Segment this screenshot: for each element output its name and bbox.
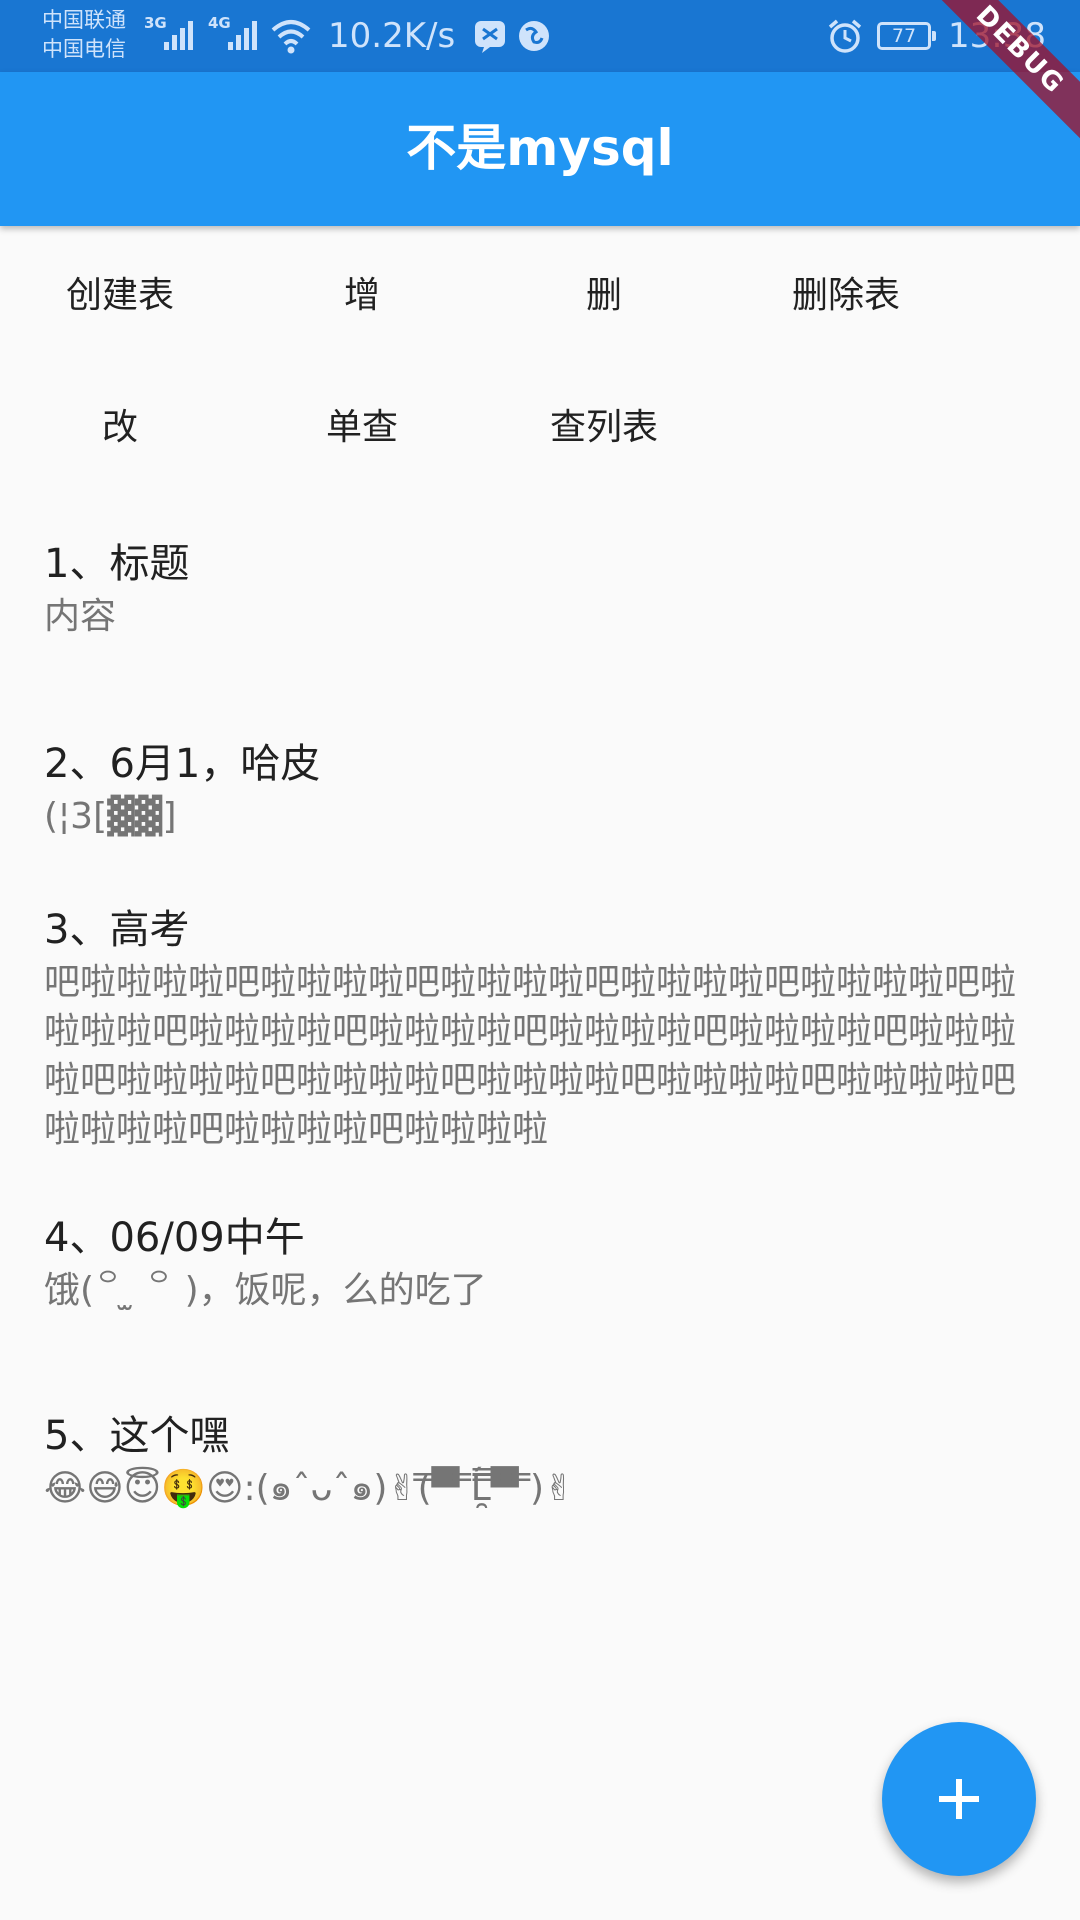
app-bar: 不是mysql <box>0 72 1080 226</box>
record-title: 2、6月1，哈皮 <box>44 741 321 787</box>
list-item: 4、06/09中午 饿(꒪ ̫ ꒪ )，饭呢，么的吃了 <box>44 1210 1044 1315</box>
record-title: 5、这个嘿 <box>44 1413 230 1459</box>
record-title: 1、标题 <box>44 541 190 587</box>
insert-button[interactable]: 增 <box>242 252 482 340</box>
update-button[interactable]: 改 <box>0 384 240 472</box>
record-content: 饿(꒪ ̫ ꒪ )，饭呢，么的吃了 <box>44 1270 487 1311</box>
app-screen: 中国联通 中国电信 3G 4G 10.2K/s 77 不是mysql DEBUG… <box>0 0 1080 1920</box>
browser-icon <box>519 21 549 51</box>
record-content: 吧啦啦啦啦吧啦啦啦啦吧啦啦啦啦吧啦啦啦啦吧啦啦啦啦吧啦啦啦啦吧啦啦啦啦吧啦啦啦啦… <box>44 962 1017 1150</box>
network-speed: 10.2K/s <box>328 16 456 56</box>
alarm-icon <box>828 19 862 53</box>
query-list-button[interactable]: 查列表 <box>484 384 724 472</box>
record-content: 😂😅😇🤑😍:(๑ˆᴗˆ๑)✌(̿▀̿ ̿Ĺ̯̿̿▀̿ ̿)✌ <box>44 1468 575 1509</box>
record-title: 4、06/09中午 <box>44 1215 305 1261</box>
list-item: 3、高考 吧啦啦啦啦吧啦啦啦啦吧啦啦啦啦吧啦啦啦啦吧啦啦啦啦吧啦啦啦啦吧啦啦啦啦… <box>44 902 1044 1154</box>
app-notification-icon <box>475 21 505 53</box>
list-item: 2、6月1，哈皮 (¦3[▓▓] <box>44 736 1044 841</box>
add-button[interactable] <box>882 1722 1036 1876</box>
carrier-1: 中国联通 <box>42 8 126 32</box>
battery-level: 77 <box>891 25 917 47</box>
signal-icon <box>164 21 193 50</box>
create-table-button[interactable]: 创建表 <box>0 252 240 340</box>
carrier-2: 中国电信 <box>42 37 126 61</box>
battery-icon: 77 <box>877 22 936 50</box>
delete-button[interactable]: 删 <box>484 252 724 340</box>
drop-table-button[interactable]: 删除表 <box>726 252 966 340</box>
list-item: 1、标题 内容 <box>44 536 1044 641</box>
list-item: 5、这个嘿 😂😅😇🤑😍:(๑ˆᴗˆ๑)✌(̿▀̿ ̿Ĺ̯̿̿▀̿ ̿)✌ <box>44 1408 1044 1513</box>
page-title: 不是mysql <box>406 119 674 177</box>
signal-icon <box>228 21 257 50</box>
record-content: 内容 <box>44 596 117 637</box>
record-content: (¦3[▓▓] <box>44 796 177 837</box>
record-title: 3、高考 <box>44 907 190 953</box>
status-bar: 中国联通 中国电信 3G 4G 10.2K/s 77 <box>0 0 1080 72</box>
carrier-info: 中国联通 中国电信 <box>42 6 152 64</box>
wifi-icon <box>271 20 311 54</box>
query-one-button[interactable]: 单查 <box>242 384 482 472</box>
